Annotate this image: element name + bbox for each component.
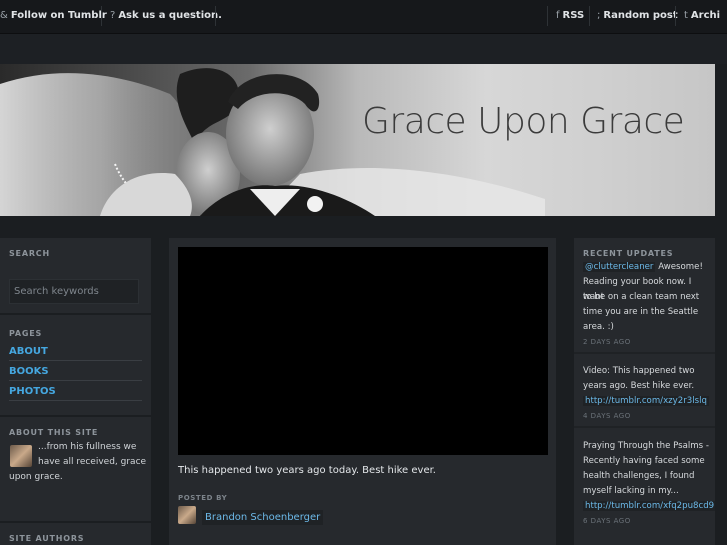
about-text-line: upon grace. <box>9 472 63 482</box>
left-sidebar: SEARCH Search keywords PAGES ABOUT BOOKS… <box>0 238 151 545</box>
nav-divider <box>675 6 676 26</box>
page-divider <box>9 380 142 381</box>
search-heading: SEARCH <box>9 249 50 258</box>
top-nav-bar: & Follow on Tumblr ? Ask us a question. fR… <box>0 0 727 34</box>
update-text-line: Video: This happened two <box>583 366 695 376</box>
section-divider <box>0 415 151 417</box>
search-input[interactable]: Search keywords <box>9 279 139 304</box>
pages-heading: PAGES <box>9 329 43 338</box>
posted-by-label: POSTED BY <box>178 494 228 502</box>
recent-updates-heading: RECENT UPDATES <box>583 249 674 258</box>
rss-icon: f <box>556 10 560 21</box>
page-link-books[interactable]: BOOKS <box>9 366 49 377</box>
update-text-line: Praying Through the Psalms - <box>583 441 709 451</box>
update-timestamp: 6 DAYS AGO <box>583 517 631 525</box>
section-divider <box>0 521 151 523</box>
random-icon: ; <box>597 10 601 21</box>
update-text-line: years ago. Best hike ever. <box>583 381 695 391</box>
about-heading: ABOUT THIS SITE <box>9 428 99 437</box>
section-divider <box>0 313 151 315</box>
update-item: @cluttercleaner Awesome! <box>583 262 703 272</box>
mention-link[interactable]: @cluttercleaner <box>583 262 656 272</box>
header-banner[interactable]: Grace Upon Grace <box>0 64 715 216</box>
update-text-line: to be on a clean team next <box>583 292 700 302</box>
update-url-link[interactable]: http://tumblr.com/xzy2r3lslq <box>583 396 709 406</box>
page-divider <box>9 360 142 361</box>
follow-on-tumblr-link[interactable]: & Follow on Tumblr <box>0 10 107 21</box>
update-text-line: Recently having faced some <box>583 456 705 466</box>
update-text-line: myself lacking in my... <box>583 486 679 496</box>
page-link-about[interactable]: ABOUT <box>9 346 48 357</box>
update-timestamp: 2 DAYS AGO <box>583 338 631 346</box>
header-band <box>0 34 727 64</box>
nav-divider <box>589 6 590 26</box>
post-caption: This happened two years ago today. Best … <box>178 465 436 476</box>
random-post-link[interactable]: ; Random post <box>597 10 678 21</box>
page-divider <box>9 400 142 401</box>
update-divider <box>574 352 715 354</box>
page-gutter <box>715 216 727 545</box>
update-item: http://tumblr.com/xzy2r3lslq <box>583 394 709 409</box>
about-text-line: ...from his fullness we <box>38 442 137 452</box>
update-text-line: time you are in the Seattle <box>583 307 699 317</box>
update-divider <box>574 426 715 428</box>
update-item: http://tumblr.com/xfq2pu8cd9 <box>583 499 717 514</box>
author-link[interactable]: Brandon Schoenberger <box>202 510 324 525</box>
update-text-line: area. :) <box>583 322 614 332</box>
site-authors-heading: SITE AUTHORS <box>9 534 85 543</box>
nav-divider <box>547 6 548 26</box>
about-avatar <box>10 445 32 467</box>
archive-link[interactable]: t Archi <box>684 10 720 21</box>
follow-icon: & <box>0 10 8 21</box>
update-url-link[interactable]: http://tumblr.com/xfq2pu8cd9 <box>583 501 717 511</box>
about-text-line: have all received, grace <box>38 457 147 467</box>
nav-divider <box>101 6 102 26</box>
archive-icon: t <box>684 10 688 21</box>
nav-divider <box>215 6 216 26</box>
update-timestamp: 4 DAYS AGO <box>583 412 631 420</box>
right-sidebar: RECENT UPDATES @cluttercleaner Awesome! … <box>574 238 717 545</box>
ask-question-link[interactable]: ? Ask us a question. <box>110 10 222 21</box>
banner-edge <box>715 64 727 216</box>
video-player[interactable] <box>178 247 548 455</box>
post-card: This happened two years ago today. Best … <box>169 238 556 545</box>
update-text-line: health challenges, I found <box>583 471 695 481</box>
site-title: Grace Upon Grace <box>362 101 685 142</box>
rss-link[interactable]: f RSS <box>556 10 584 21</box>
question-icon: ? <box>110 10 116 21</box>
author-avatar[interactable] <box>178 506 196 524</box>
page-link-photos[interactable]: PHOTOS <box>9 386 56 397</box>
